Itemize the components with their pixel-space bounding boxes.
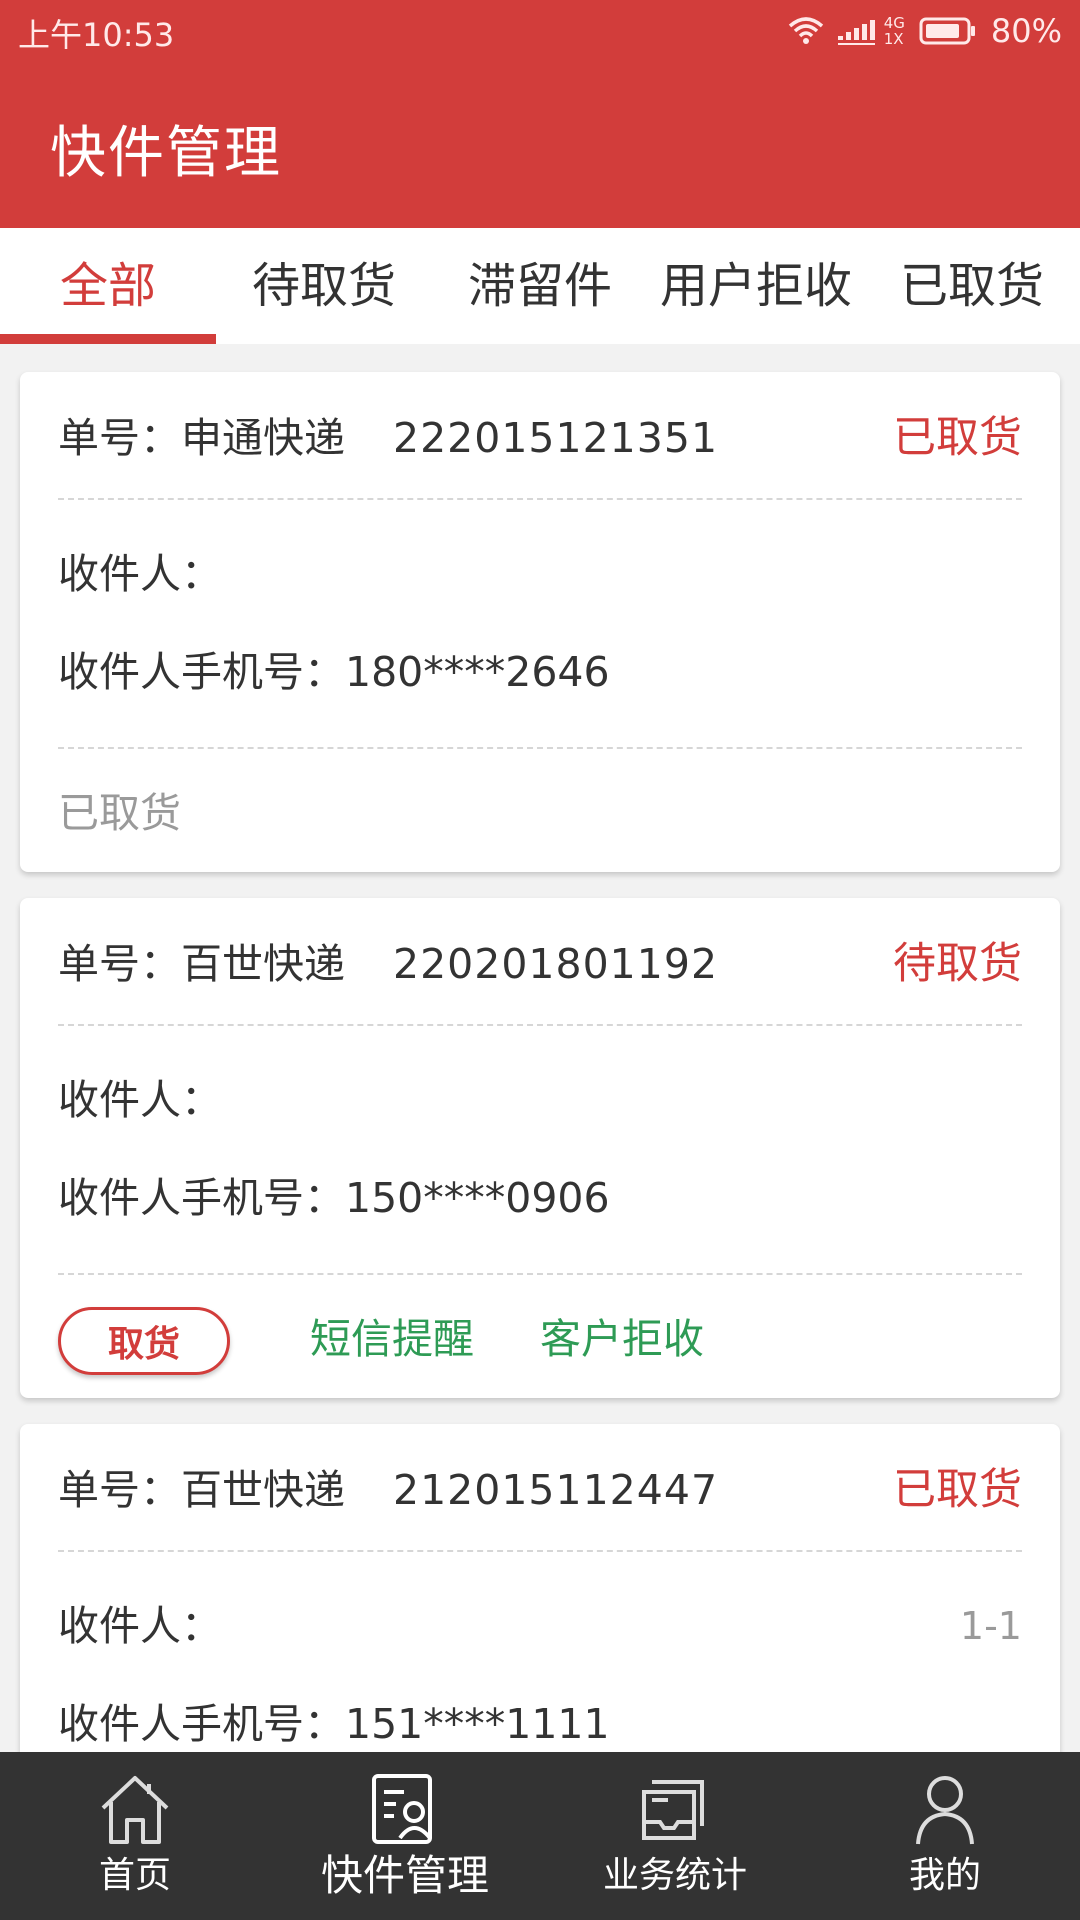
network-4g: 4G (883, 14, 905, 32)
battery-icon (919, 16, 977, 46)
network-type: 4G 1X (884, 15, 905, 47)
recipient-label: 收件人： (58, 550, 222, 598)
status-time: 上午10:53 (18, 16, 175, 54)
card-body: 收件人： 收件人手机号：180****2646 (58, 502, 1022, 748)
page-title: 快件管理 (50, 121, 282, 186)
order-number: 212015112447 (393, 1466, 719, 1514)
recipient-label: 收件人： (58, 1602, 222, 1650)
order-label: 单号：百世快递 (58, 940, 345, 988)
order-label: 单号：申通快递 (58, 414, 345, 462)
network-1x: 1X (883, 30, 904, 48)
order-label: 单号：百世快递 (58, 1466, 345, 1514)
nav-mine-label: 我的 (908, 1855, 981, 1896)
stats-icon (638, 1770, 712, 1848)
card-footer: 已取货 (58, 749, 1022, 873)
status-bar: 上午10:53 4G 1X 80% (0, 0, 1080, 62)
order-number: 222015121351 (393, 414, 719, 462)
parcel-card[interactable]: 单号：百世快递 212015112447 已取货 收件人： 收件人手机号：151… (20, 1424, 1060, 1752)
card-body: 收件人： 收件人手机号：150****0906 (58, 1028, 1022, 1274)
pickup-button[interactable]: 取货 (58, 1307, 230, 1375)
recipient-phone: 收件人手机号：180****2646 (58, 648, 610, 696)
app-header: 上午10:53 4G 1X 80% 快件管理 (0, 0, 1080, 228)
package-manage-icon (370, 1770, 440, 1848)
card-actions: 取货 短信提醒 客户拒收 (58, 1275, 1022, 1399)
page-indicator: 1-1 (959, 1604, 1022, 1648)
sms-reminder-link[interactable]: 短信提醒 (310, 1311, 474, 1367)
nav-home-label: 首页 (98, 1855, 171, 1896)
wifi-icon (788, 16, 824, 46)
footer-status: 已取货 (58, 789, 181, 837)
nav-parcel-management-label: 快件管理 (320, 1851, 489, 1900)
nav-mine[interactable]: 我的 (835, 1752, 1055, 1920)
filter-tabs: 全部 待取货 滞留件 用户拒收 已取货 (0, 228, 1080, 344)
tab-user-rejected[interactable]: 用户拒收 (648, 258, 864, 314)
home-icon (97, 1770, 173, 1848)
tab-picked-up[interactable]: 已取货 (864, 258, 1080, 314)
order-status: 已取货 (893, 1465, 1022, 1515)
order-status: 已取货 (893, 413, 1022, 463)
recipient-phone: 收件人手机号：151****1111 (58, 1700, 610, 1748)
status-icons: 4G 1X 80% (788, 8, 1062, 54)
parcel-list[interactable]: 单号：申通快递 222015121351 已取货 收件人： 收件人手机号：180… (0, 344, 1080, 1752)
card-body: 收件人： 收件人手机号：151****1111 (58, 1554, 1022, 1752)
active-tab-indicator (0, 334, 216, 344)
tab-all[interactable]: 全部 (0, 258, 216, 314)
parcel-card[interactable]: 单号：百世快递 220201801192 待取货 收件人： 收件人手机号：150… (20, 898, 1060, 1398)
bottom-nav: 首页 快件管理 业务统计 我的 (0, 1752, 1080, 1920)
nav-business-stats[interactable]: 业务统计 (565, 1752, 785, 1920)
tab-pending-pickup[interactable]: 待取货 (216, 258, 432, 314)
signal-icon (837, 16, 878, 46)
order-number: 220201801192 (393, 940, 719, 988)
card-header: 单号：百世快递 220201801192 待取货 (58, 898, 1022, 1026)
parcel-card[interactable]: 单号：申通快递 222015121351 已取货 收件人： 收件人手机号：180… (20, 372, 1060, 872)
nav-home[interactable]: 首页 (25, 1752, 245, 1920)
nav-business-stats-label: 业务统计 (602, 1855, 747, 1896)
card-header: 单号：百世快递 212015112447 已取货 (58, 1424, 1022, 1552)
customer-reject-link[interactable]: 客户拒收 (540, 1311, 704, 1367)
order-status: 待取货 (893, 939, 1022, 989)
recipient-label: 收件人： (58, 1076, 222, 1124)
recipient-phone: 收件人手机号：150****0906 (58, 1174, 610, 1222)
user-icon (912, 1770, 978, 1848)
nav-parcel-management[interactable]: 快件管理 (295, 1752, 515, 1920)
card-header: 单号：申通快递 222015121351 已取货 (58, 372, 1022, 500)
tab-stranded[interactable]: 滞留件 (432, 258, 648, 314)
battery-percent: 80% (990, 12, 1062, 50)
